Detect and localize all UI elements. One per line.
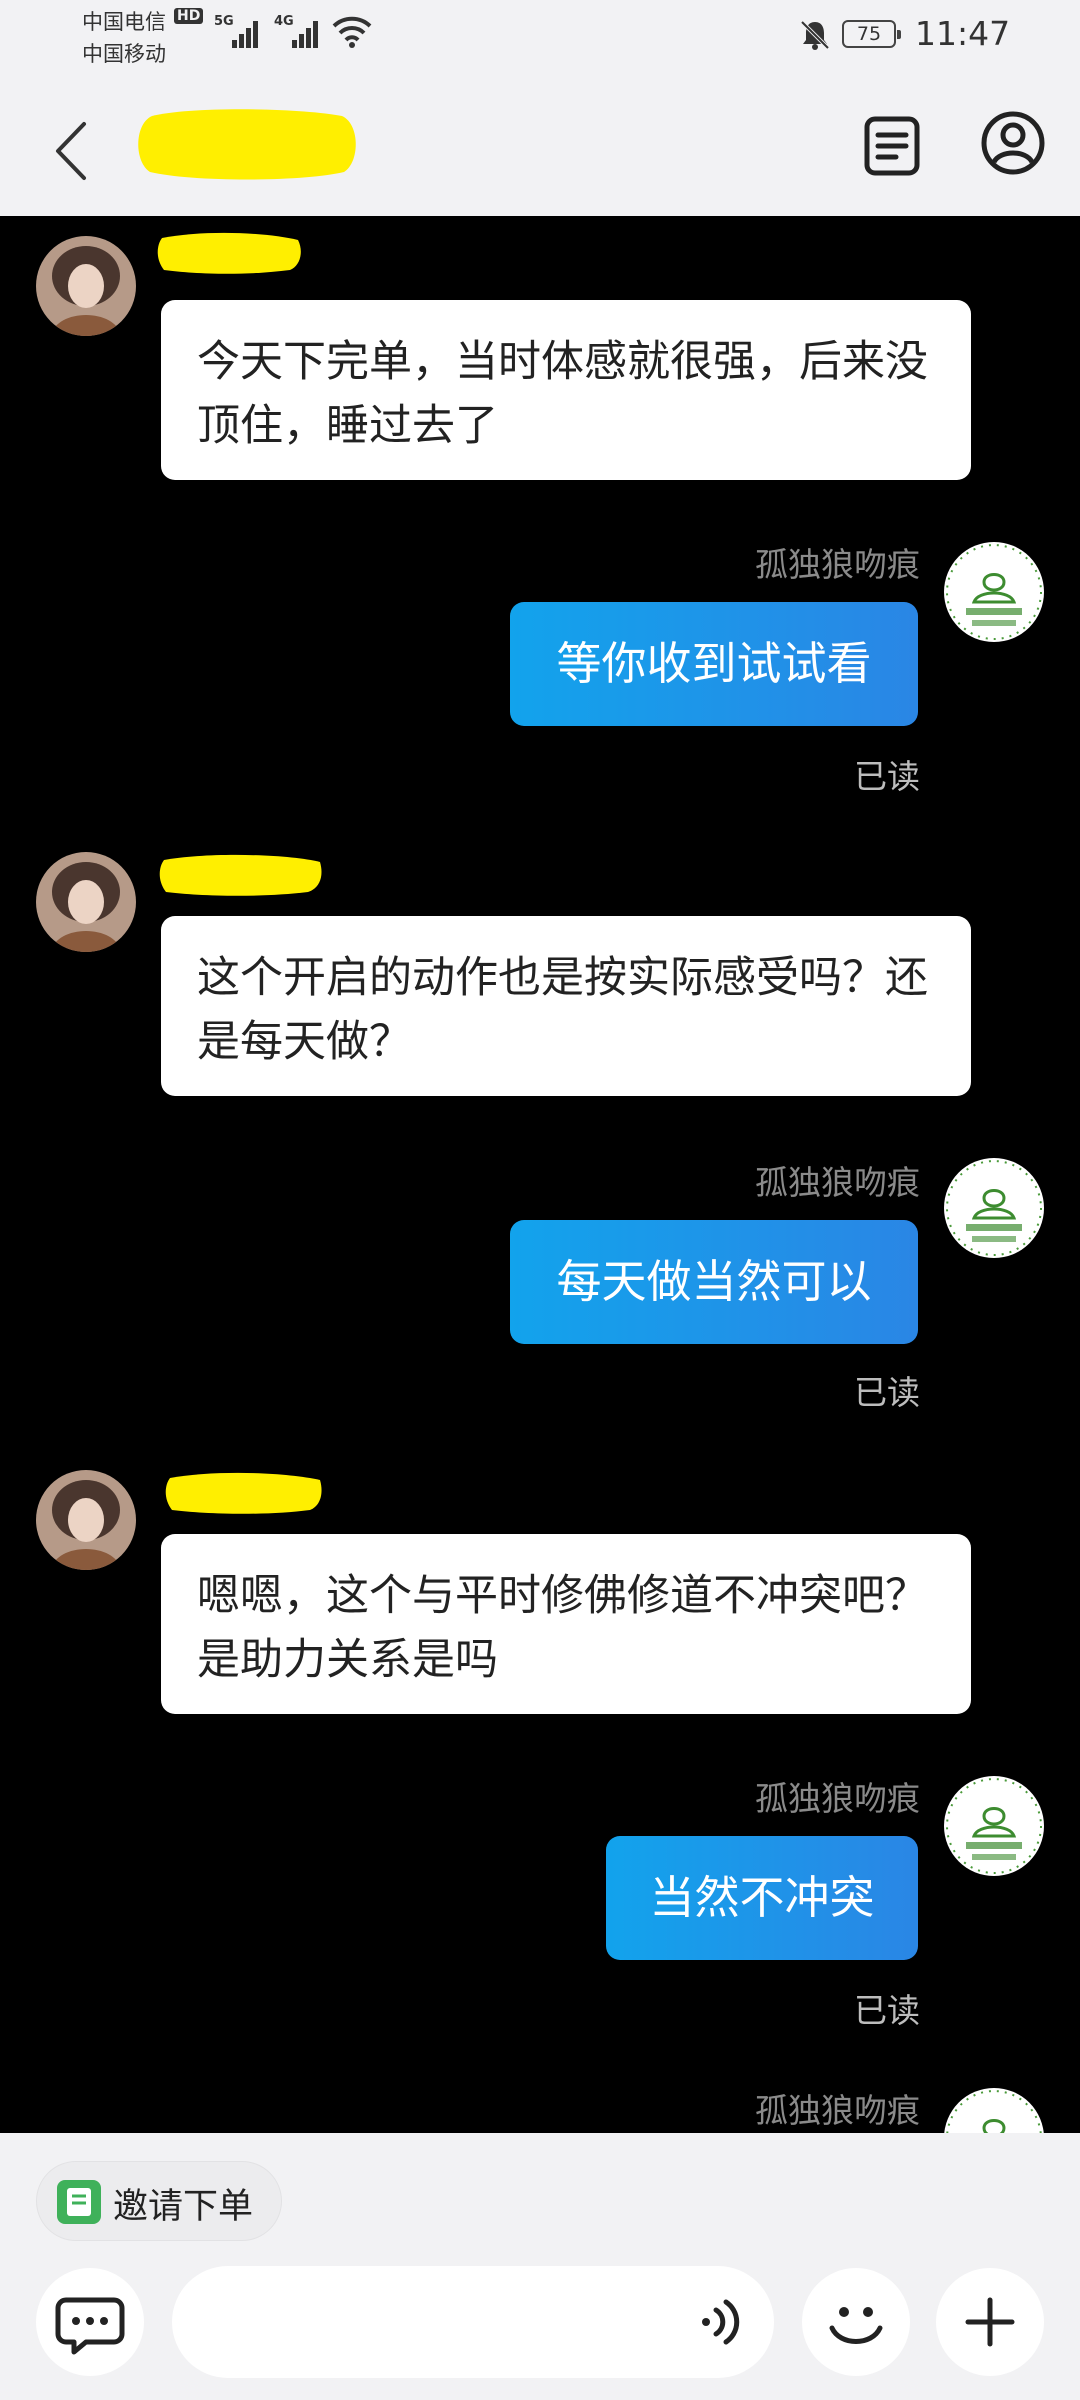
network-label-2: 4G (274, 14, 294, 29)
incoming-message-bubble[interactable]: 今天下完单，当时体感就很强，后来没顶住，睡过去了 (161, 300, 971, 480)
invite-order-label: 邀请下单 (113, 2187, 254, 2227)
battery-icon: 75 (842, 20, 901, 48)
wifi-icon (332, 16, 372, 48)
chat-mode-button[interactable] (36, 2268, 144, 2376)
carrier-2: 中国移动 (82, 42, 166, 66)
invite-order-icon (57, 2180, 101, 2224)
emoji-button[interactable] (802, 2268, 910, 2376)
hd-badge: HD (174, 8, 204, 24)
signal-icon (232, 18, 262, 48)
contact-avatar[interactable] (36, 1470, 136, 1570)
incoming-message-bubble[interactable]: 嗯嗯，这个与平时修佛修道不冲突吧？是助力关系是吗 (161, 1534, 971, 1714)
voice-icon[interactable] (698, 2296, 744, 2348)
chat-header (0, 84, 1080, 216)
mute-bell-icon (800, 20, 830, 50)
read-status: 已读 (854, 757, 920, 796)
outgoing-message-bubble[interactable]: 每天做当然可以 (510, 1220, 918, 1344)
more-button[interactable] (936, 2268, 1044, 2376)
read-status: 已读 (854, 1991, 920, 2030)
message-list[interactable]: 今天下完单，当时体感就很强，后来没顶住，睡过去了 孤独狼吻痕 等你收到试试看 已… (0, 216, 1080, 2133)
plus-icon (965, 2297, 1015, 2347)
sender-name: 孤独狼吻痕 (755, 1779, 920, 1818)
redacted-contact-name (165, 1472, 322, 1514)
outgoing-message-bubble[interactable]: 当然不冲突 (606, 1836, 918, 1960)
my-avatar[interactable] (944, 542, 1044, 642)
redacted-contact-name (159, 854, 322, 896)
network-label-1: 5G (214, 14, 234, 29)
carrier-1: 中国电信 (82, 10, 166, 34)
invite-order-button[interactable]: 邀请下单 (36, 2161, 282, 2241)
signal-icon (292, 18, 322, 48)
order-list-icon[interactable] (862, 114, 924, 178)
emoji-icon (829, 2307, 883, 2344)
contact-avatar[interactable] (36, 852, 136, 952)
my-avatar[interactable] (944, 2088, 1044, 2133)
sender-name: 孤独狼吻痕 (755, 1163, 920, 1202)
contact-avatar[interactable] (36, 236, 136, 336)
read-status: 已读 (854, 1373, 920, 1412)
sender-name: 孤独狼吻痕 (755, 2091, 920, 2130)
input-bar: 邀请下单 (0, 2133, 1080, 2400)
sender-name: 孤独狼吻痕 (755, 545, 920, 584)
chat-bubble-icon (55, 2297, 125, 2355)
status-bar: 中国电信 HD 中国移动 5G 4G 75 11:47 (0, 0, 1080, 84)
message-input[interactable] (172, 2266, 774, 2378)
redacted-contact-name (138, 109, 356, 180)
my-avatar[interactable] (944, 1776, 1044, 1876)
profile-icon[interactable] (980, 110, 1046, 176)
clock: 11:47 (915, 14, 1011, 53)
back-chevron-icon[interactable] (44, 118, 104, 184)
redacted-contact-name (157, 232, 301, 274)
outgoing-message-bubble[interactable]: 等你收到试试看 (510, 602, 918, 726)
my-avatar[interactable] (944, 1158, 1044, 1258)
incoming-message-bubble[interactable]: 这个开启的动作也是按实际感受吗？还是每天做？ (161, 916, 971, 1096)
